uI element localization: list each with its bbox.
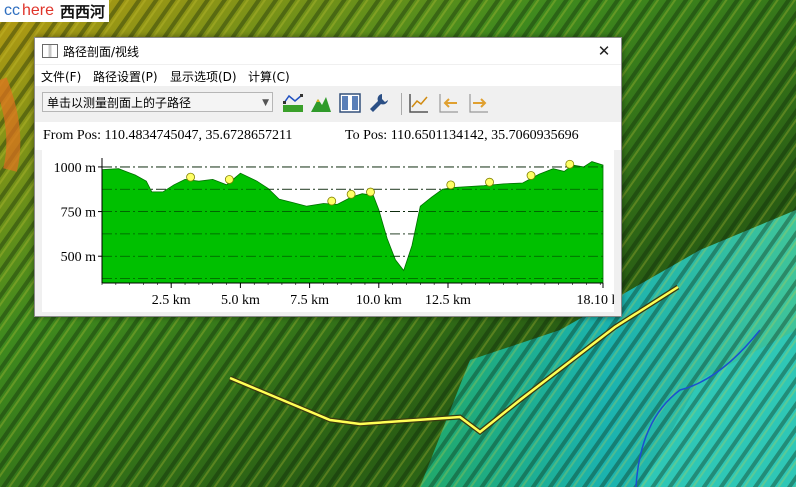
toolbar-separator xyxy=(401,93,402,115)
terrain-fill-icon xyxy=(311,97,331,112)
profile-line-icon xyxy=(283,94,303,112)
from-position: From Pos: 110.4834745047, 35.6728657211 xyxy=(43,128,293,143)
x-tick-label: 5.0 km xyxy=(221,293,260,308)
profile-marker[interactable] xyxy=(224,175,234,184)
profile-window: 路径剖面/视线 ✕ 文件(F) 路径设置(P) 显示选项(D) 计算(C) 单击… xyxy=(34,37,622,317)
watermark-here: here xyxy=(22,2,55,19)
profile-marker[interactable] xyxy=(366,187,375,197)
menu-path-settings[interactable]: 路径设置(P) xyxy=(93,68,158,85)
settings-button[interactable] xyxy=(367,91,391,115)
watermark-logo: cc here 西西河 xyxy=(0,0,110,22)
chevron-down-icon: ▼ xyxy=(262,98,269,108)
app-window-icon xyxy=(42,44,58,58)
x-tick-label: 18.10 km xyxy=(577,293,614,308)
profile-marker[interactable] xyxy=(327,196,337,206)
x-tick-label: 10.0 km xyxy=(356,293,402,308)
position-readout: From Pos: 110.4834745047, 35.6728657211 … xyxy=(35,122,621,150)
close-button[interactable]: ✕ xyxy=(587,38,621,64)
y-tick-label: 750 m xyxy=(61,206,97,221)
watermark-place: 西西河 xyxy=(60,2,106,21)
menu-bar: 文件(F) 路径设置(P) 显示选项(D) 计算(C) xyxy=(35,65,621,86)
to-position: To Pos: 110.6501134142, 35.7060935696 xyxy=(345,128,579,143)
menu-display-options[interactable]: 显示选项(D) xyxy=(170,68,237,85)
arrow-right-icon xyxy=(469,94,488,113)
profile-marker[interactable] xyxy=(526,171,536,180)
y-tick-label: 500 m xyxy=(61,250,97,265)
x-tick-label: 12.5 km xyxy=(425,293,471,308)
toolbar: 单击以测量剖面上的子路径 ▼ xyxy=(35,87,621,119)
menu-compute[interactable]: 计算(C) xyxy=(248,68,290,85)
settings-wrench-icon xyxy=(370,94,388,112)
menu-file[interactable]: 文件(F) xyxy=(41,68,81,85)
arrow-left-button[interactable] xyxy=(437,91,461,115)
profile-chart[interactable]: 1000 m 750 m 500 m 2.5 km 5.0 km 7.5 km 10.0 k… xyxy=(42,150,614,312)
profile-line-button[interactable] xyxy=(281,91,305,115)
x-tick-label: 2.5 km xyxy=(152,293,191,308)
terrain-profile-area xyxy=(101,161,604,284)
measure-mode-select[interactable]: 单击以测量剖面上的子路径 ▼ xyxy=(42,92,273,112)
profile-chart-area[interactable]: 1000 m 750 m 500 m 2.5 km 5.0 km 7.5 km 10.0 k… xyxy=(42,150,614,312)
arrow-right-button[interactable] xyxy=(467,91,491,115)
x-tick-label: 7.5 km xyxy=(290,293,329,308)
watermark-cc: cc xyxy=(4,2,20,19)
split-view-button[interactable] xyxy=(338,91,362,115)
profile-marker[interactable] xyxy=(346,189,356,199)
arrow-left-icon xyxy=(439,94,458,113)
terrain-fill-button[interactable] xyxy=(309,91,333,115)
y-tick-label: 1000 m xyxy=(54,161,97,176)
profile-marker[interactable] xyxy=(485,177,494,187)
profile-marker[interactable] xyxy=(565,159,575,169)
chart-axes-icon xyxy=(409,94,428,113)
title-bar[interactable]: 路径剖面/视线 ✕ xyxy=(35,38,621,64)
profile-marker[interactable] xyxy=(186,172,195,182)
chart-axes-button[interactable] xyxy=(407,91,431,115)
profile-marker[interactable] xyxy=(446,180,456,190)
split-view-icon xyxy=(339,93,361,113)
window-title: 路径剖面/视线 xyxy=(63,45,140,59)
measure-mode-value: 单击以测量剖面上的子路径 xyxy=(47,96,192,110)
